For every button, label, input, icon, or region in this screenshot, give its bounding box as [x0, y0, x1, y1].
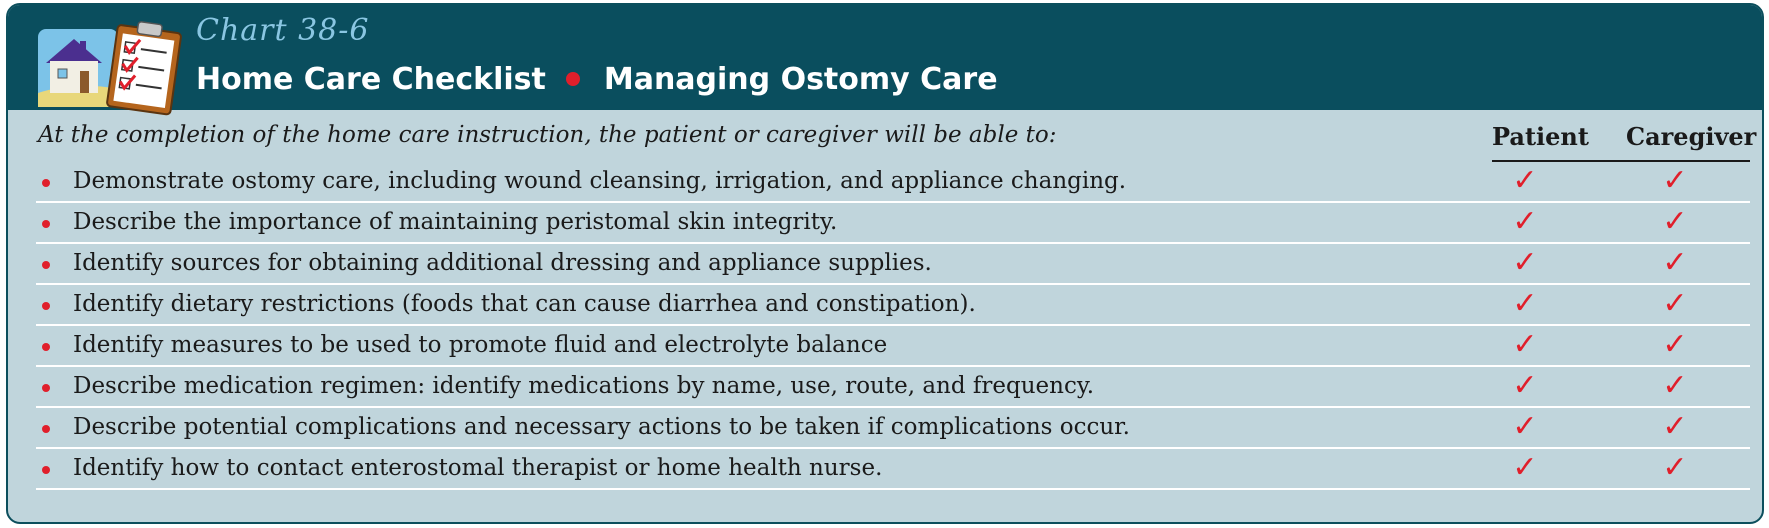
caregiver-check-icon: ✓	[1662, 450, 1688, 485]
patient-check-icon: ✓	[1512, 163, 1538, 198]
bullet-icon	[42, 425, 50, 433]
intro-text: At the completion of the home care instr…	[38, 122, 1057, 148]
patient-check-icon: ✓	[1512, 245, 1538, 280]
patient-check-icon: ✓	[1512, 450, 1538, 485]
bullet-icon	[42, 302, 50, 310]
checklist-body: At the completion of the home care instr…	[8, 110, 1762, 522]
patient-check-icon: ✓	[1512, 368, 1538, 403]
checklist-item-text: Describe potential complications and nec…	[73, 414, 1130, 440]
checklist-row: Identify dietary restrictions (foods tha…	[36, 285, 1750, 326]
checklist-item-text: Identify sources for obtaining additiona…	[73, 250, 932, 276]
bullet-icon	[42, 220, 50, 228]
title-left: Home Care Checklist	[196, 61, 546, 97]
checklist-item-text: Identify how to contact enterostomal the…	[73, 455, 883, 481]
home-care-chart: Chart 38-6 Home Care Checklist Managing …	[6, 3, 1764, 524]
chart-title: Home Care Checklist Managing Ostomy Care	[196, 57, 998, 101]
checklist-row: Describe potential complications and nec…	[36, 408, 1750, 449]
caregiver-check-icon: ✓	[1662, 163, 1688, 198]
title-right: Managing Ostomy Care	[603, 61, 998, 97]
caregiver-check-icon: ✓	[1662, 204, 1688, 239]
patient-check-icon: ✓	[1512, 409, 1538, 444]
checklist-item-text: Describe the importance of maintaining p…	[73, 209, 838, 235]
caregiver-check-icon: ✓	[1662, 409, 1688, 444]
bullet-icon	[42, 179, 50, 187]
patient-check-icon: ✓	[1512, 286, 1538, 321]
chart-number: Chart 38-6	[196, 13, 370, 48]
house-clipboard-icon	[38, 21, 182, 116]
caregiver-check-icon: ✓	[1662, 286, 1688, 321]
checklist-item-text: Identify measures to be used to promote …	[73, 332, 888, 358]
column-header-patient: Patient	[1492, 122, 1589, 151]
checklist-item-text: Describe medication regimen: identify me…	[73, 373, 1095, 399]
title-separator-dot	[565, 72, 580, 86]
checklist-row: Identify how to contact enterostomal the…	[36, 449, 1750, 490]
bullet-icon	[42, 261, 50, 269]
column-header-caregiver: Caregiver	[1626, 122, 1757, 151]
caregiver-check-icon: ✓	[1662, 245, 1688, 280]
bullet-icon	[42, 384, 50, 392]
checklist-item-text: Demonstrate ostomy care, including wound…	[73, 168, 1127, 194]
checklist-row: Describe medication regimen: identify me…	[36, 367, 1750, 408]
patient-check-icon: ✓	[1512, 327, 1538, 362]
chart-header: Chart 38-6 Home Care Checklist Managing …	[8, 5, 1762, 116]
checklist-row: Demonstrate ostomy care, including wound…	[36, 162, 1750, 203]
caregiver-check-icon: ✓	[1662, 368, 1688, 403]
checklist-rows: Demonstrate ostomy care, including wound…	[36, 162, 1750, 490]
checklist-item-text: Identify dietary restrictions (foods tha…	[73, 291, 976, 317]
checklist-row: Describe the importance of maintaining p…	[36, 203, 1750, 244]
patient-check-icon: ✓	[1512, 204, 1538, 239]
bullet-icon	[42, 343, 50, 351]
checklist-row: Identify sources for obtaining additiona…	[36, 244, 1750, 285]
bullet-icon	[42, 466, 50, 474]
caregiver-check-icon: ✓	[1662, 327, 1688, 362]
checklist-row: Identify measures to be used to promote …	[36, 326, 1750, 367]
